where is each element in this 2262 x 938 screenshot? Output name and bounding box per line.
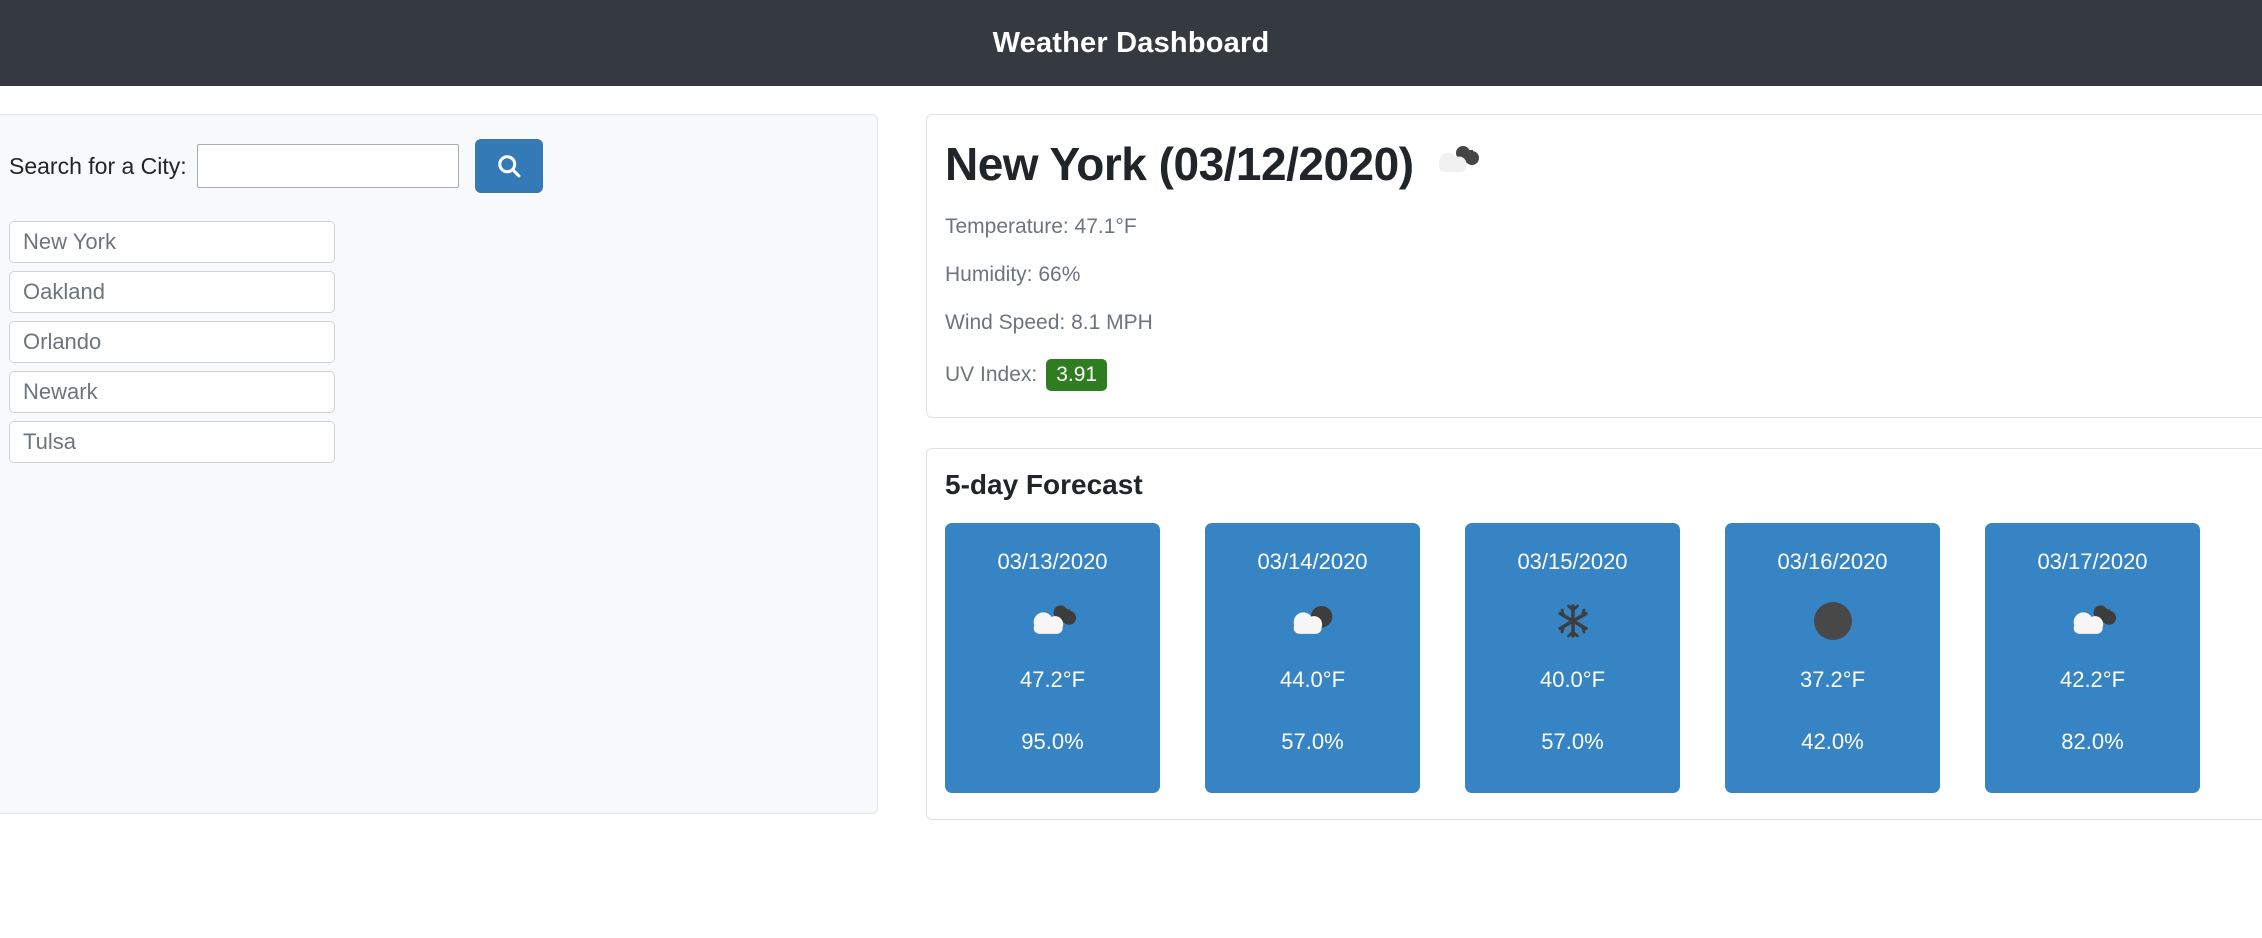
app-header: Weather Dashboard [0,0,2262,86]
forecast-heading: 5-day Forecast [945,469,2262,501]
forecast-temp: 47.2°F [1020,667,1085,693]
temperature-row: Temperature: 47.1°F [945,215,2262,239]
page-body: Search for a City: New York Oakland Orla… [0,86,2262,820]
history-item-4[interactable]: Tulsa [9,421,335,463]
scattered-clouds-icon [1284,597,1342,645]
forecast-date: 03/16/2020 [1777,549,1887,575]
current-weather-card: New York (03/12/2020) [926,114,2262,418]
search-label: Search for a City: [9,153,187,180]
right-column: New York (03/12/2020) [926,114,2262,820]
forecast-date: 03/14/2020 [1257,549,1367,575]
search-button[interactable] [475,139,543,193]
forecast-tile-2: 03/15/2020 [1465,523,1680,793]
forecast-date: 03/13/2020 [997,549,1107,575]
forecast-humidity: 95.0% [1021,729,1083,755]
search-input[interactable] [197,144,459,188]
forecast-temp: 37.2°F [1800,667,1865,693]
forecast-temp: 40.0°F [1540,667,1605,693]
temperature-value: Temperature: 47.1°F [945,215,1137,239]
forecast-humidity: 57.0% [1281,729,1343,755]
humidity-row: Humidity: 66% [945,263,2262,287]
history-item-label: Oakland [23,279,105,305]
history-item-label: Tulsa [23,429,76,455]
forecast-tile-0: 03/13/2020 [945,523,1160,793]
snow-icon [1553,597,1593,645]
broken-clouds-icon [1430,137,1484,191]
forecast-humidity: 57.0% [1541,729,1603,755]
history-item-label: Orlando [23,329,101,355]
forecast-row: 03/13/2020 [945,523,2262,793]
wind-speed-row: Wind Speed: 8.1 MPH [945,311,2262,335]
uv-index-row: UV Index: 3.91 [945,359,2262,391]
history-item-1[interactable]: Oakland [9,271,335,313]
search-icon [495,152,523,180]
clear-sky-icon [1811,597,1855,645]
forecast-temp: 42.2°F [2060,667,2125,693]
humidity-value: Humidity: 66% [945,263,1080,287]
forecast-tile-1: 03/14/2020 44.0°F 57.0% [1205,523,1420,793]
uv-index-label: UV Index: [945,363,1037,387]
wind-speed-value: Wind Speed: 8.1 MPH [945,311,1153,335]
search-panel: Search for a City: New York Oakland Orla… [0,114,878,814]
search-row: Search for a City: [9,139,855,193]
history-item-3[interactable]: Newark [9,371,335,413]
forecast-humidity: 82.0% [2061,729,2123,755]
history-item-2[interactable]: Orlando [9,321,335,363]
forecast-tile-3: 03/16/2020 37.2°F 42.0% [1725,523,1940,793]
current-city-date: New York (03/12/2020) [945,137,1414,191]
forecast-date: 03/15/2020 [1517,549,1627,575]
forecast-temp: 44.0°F [1280,667,1345,693]
search-history-list: New York Oakland Orlando Newark Tulsa [9,221,335,463]
forecast-date: 03/17/2020 [2037,549,2147,575]
app-title: Weather Dashboard [993,27,1270,60]
history-item-0[interactable]: New York [9,221,335,263]
forecast-humidity: 42.0% [1801,729,1863,755]
uv-index-badge: 3.91 [1046,359,1107,391]
broken-clouds-icon [2064,597,2122,645]
history-item-label: Newark [23,379,98,405]
current-weather-heading: New York (03/12/2020) [945,137,2262,191]
forecast-tile-4: 03/17/2020 [1985,523,2200,793]
history-item-label: New York [23,229,116,255]
broken-clouds-icon [1024,597,1082,645]
forecast-card: 5-day Forecast 03/13/2020 [926,448,2262,820]
